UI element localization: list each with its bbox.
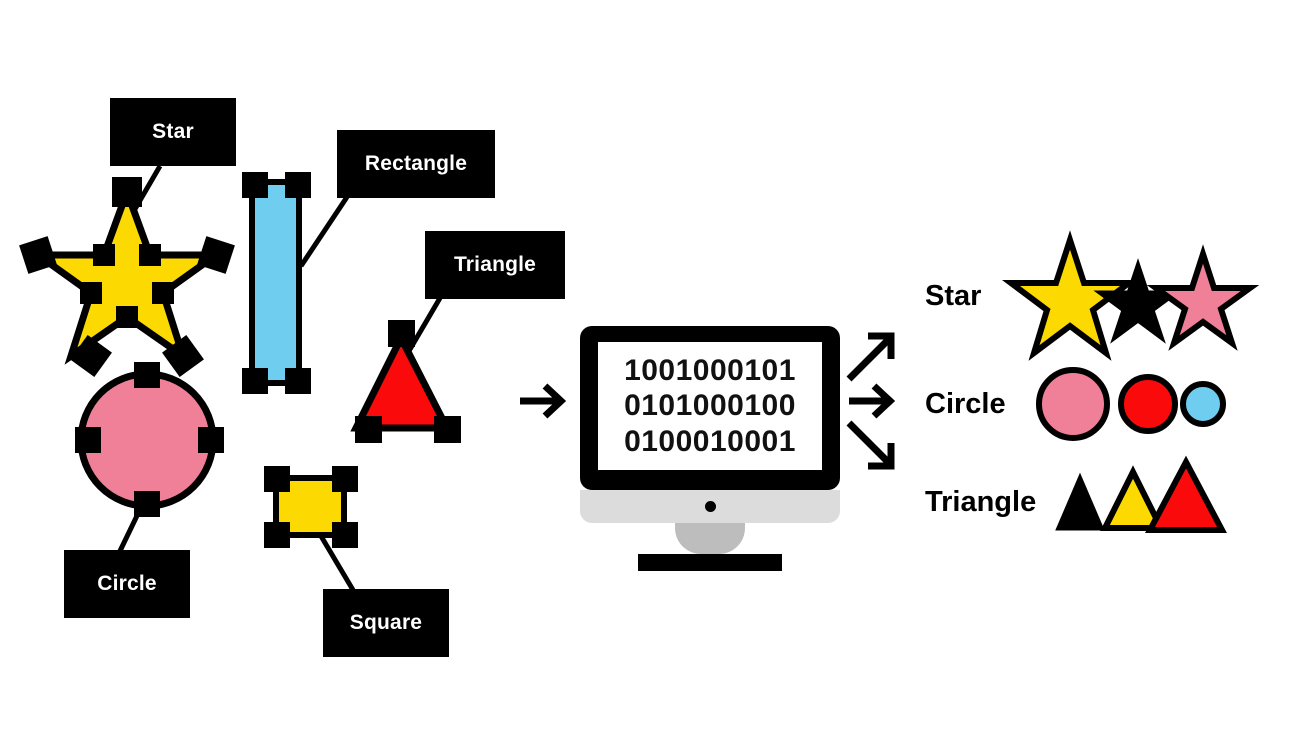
callout-star-label: Star [152,120,194,143]
input-shape-star[interactable] [27,181,227,365]
result-label-circle: Circle [925,387,1006,420]
handle-star-inner-4[interactable] [80,282,102,304]
binary-line-1: 1001000101 [624,353,796,387]
monitor-base [638,554,782,571]
result-row-triangle: Triangle [925,452,1036,552]
handle-star-inner-3[interactable] [116,306,138,328]
callout-triangle[interactable]: Triangle [425,231,565,299]
callout-rectangle[interactable]: Rectangle [337,130,495,198]
handle-circle-bottom[interactable] [134,491,160,517]
callout-circle-label: Circle [97,572,157,595]
handle-star-tip-top[interactable] [112,177,142,207]
result-circle-shapes [1036,367,1226,441]
handle-star-inner-2[interactable] [152,282,174,304]
callout-star[interactable]: Star [110,98,236,166]
handle-circle-top[interactable] [134,362,160,388]
callout-square-label: Square [349,611,423,634]
handle-square-tr[interactable] [332,466,358,492]
result-circle-large-pink [1036,367,1110,441]
star-polygon[interactable] [27,181,227,365]
handle-circle-left[interactable] [75,427,101,453]
handle-square-bl[interactable] [264,522,290,548]
callout-square[interactable]: Square [323,589,449,657]
handle-rect-bl[interactable] [242,368,268,394]
triangle-body[interactable] [350,330,453,432]
arrow-down-right-icon [846,420,895,470]
handle-tri-apex[interactable] [388,320,415,347]
monitor-power-dot [705,501,716,512]
handle-tri-br[interactable] [434,416,461,443]
handle-star-inner-5[interactable] [93,244,115,266]
input-shape-triangle[interactable] [350,330,453,432]
result-label-triangle: Triangle [925,485,1037,518]
result-triangle-large-red [1145,455,1227,533]
result-circle-small-blue [1180,381,1226,427]
leader-line-rectangle [298,195,350,268]
result-triangle-small-black [1055,472,1105,531]
handle-square-br[interactable] [332,522,358,548]
handle-star-inner-1[interactable] [139,244,161,266]
arrow-up-right-icon [846,332,895,382]
arrow-right-icon-out [849,383,896,419]
result-star-shapes [1002,230,1260,361]
computer-monitor: 1001000101 0101000100 0100010001 [580,326,840,571]
rectangle-body[interactable] [249,179,302,386]
result-triangle-shapes [1055,455,1227,533]
handle-circle-right[interactable] [198,427,224,453]
arrow-right-icon-into-monitor [520,383,567,419]
callout-rectangle-label: Rectangle [364,152,468,175]
result-circle-medium-red [1118,374,1178,434]
binary-line-2: 0101000100 [624,389,796,423]
result-star-medium-pink [1146,244,1260,351]
result-label-star: Star [925,279,982,312]
binary-line-3: 0100010001 [624,424,796,458]
callout-circle[interactable]: Circle [64,550,190,618]
result-star-small-black [1093,258,1183,344]
input-shape-rectangle[interactable] [249,179,302,386]
monitor-neck [675,523,745,554]
result-row-star: Star [925,246,981,346]
handle-tri-bl[interactable] [355,416,382,443]
handle-rect-tr[interactable] [285,172,311,198]
handle-square-tl[interactable] [264,466,290,492]
handle-rect-br[interactable] [285,368,311,394]
callout-triangle-label: Triangle [453,253,537,276]
monitor-screen: 1001000101 0101000100 0100010001 [598,342,822,470]
handle-rect-tl[interactable] [242,172,268,198]
result-row-circle: Circle [925,354,1006,454]
